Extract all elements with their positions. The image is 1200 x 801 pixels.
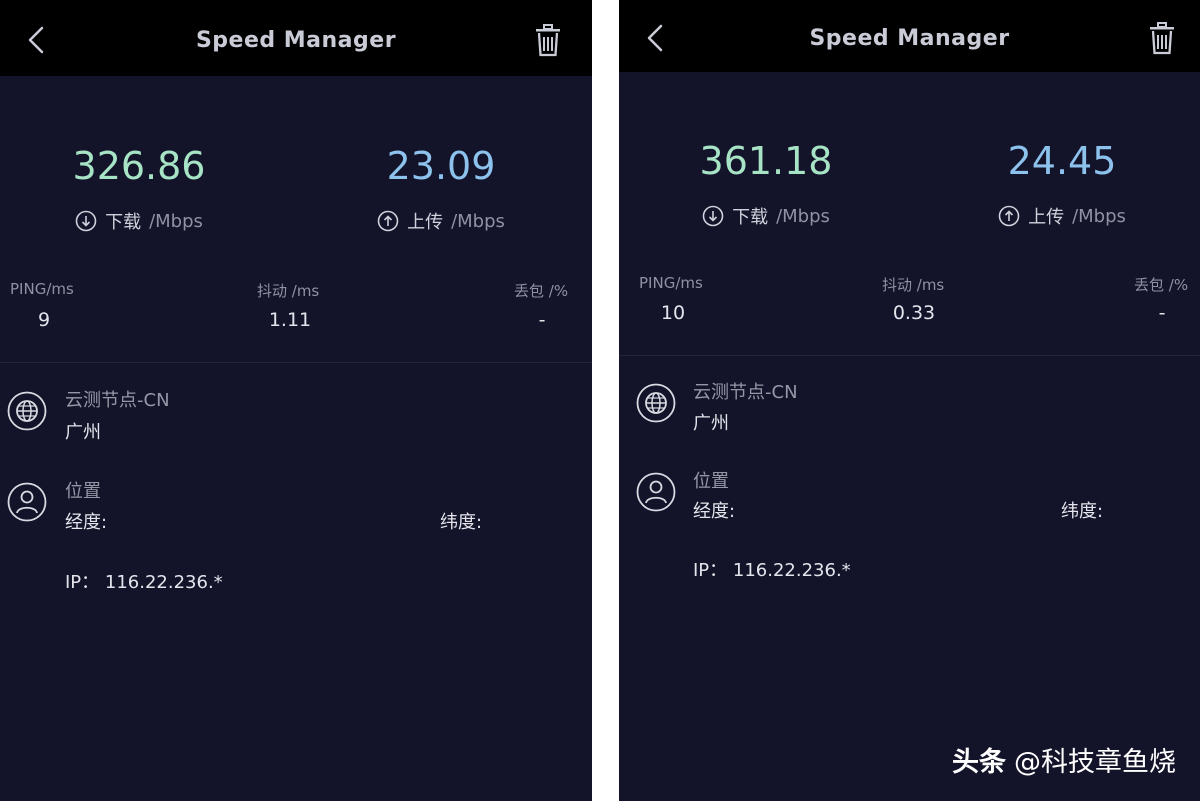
ip-address: IP： 116.22.236.* (693, 560, 851, 581)
upload-unit: /Mbps (451, 210, 505, 232)
watermark-handle: @科技章鱼烧 (1014, 747, 1176, 778)
packet-loss-label: 丢包 /% (1134, 276, 1189, 294)
upload-label-text: 上传 (1028, 207, 1065, 228)
ping-value: 9 (37, 309, 51, 331)
globe-icon (7, 391, 47, 431)
location-title: 位置 (65, 481, 101, 502)
header-bar: Speed Manager (619, 0, 1200, 72)
upload-speed-value: 23.09 (386, 144, 496, 188)
trash-icon (533, 23, 563, 61)
ping-label: PING/ms (639, 274, 703, 292)
download-speed-value: 326.86 (72, 144, 206, 188)
upload-speed-value: 24.45 (1007, 139, 1117, 183)
divider (0, 362, 592, 363)
jitter-label: 抖动 /ms (257, 282, 320, 300)
speed-result-panel-left: Speed Manager 326.86 下载 /Mbps 23.09 上传 /… (0, 0, 592, 801)
page-title: Speed Manager (195, 28, 397, 53)
arrow-down-circle-icon (75, 210, 97, 232)
ping-label: PING/ms (10, 280, 74, 298)
speed-result-panel-right: Speed Manager 361.18 下载 /Mbps 24.45 上传 /… (619, 0, 1200, 801)
arrow-up-circle-icon (998, 205, 1020, 227)
packet-loss-value: - (1158, 302, 1166, 324)
user-icon (636, 472, 676, 512)
test-node-title: 云测节点-CN (65, 390, 170, 411)
packet-loss-label: 丢包 /% (514, 282, 569, 300)
divider (619, 355, 1200, 356)
header-bar: Speed Manager (0, 0, 592, 76)
test-node-city: 广州 (693, 413, 729, 434)
download-label-text: 下载 (732, 207, 769, 228)
download-unit: /Mbps (776, 205, 830, 227)
page-title: Speed Manager (809, 26, 1010, 51)
upload-unit: /Mbps (1072, 205, 1126, 227)
latitude-label: 纬度: (1061, 501, 1104, 522)
test-node-city: 广州 (65, 422, 101, 443)
jitter-label: 抖动 /ms (882, 276, 945, 294)
longitude-label: 经度: (65, 512, 108, 533)
ip-address: IP： 116.22.236.* (65, 572, 223, 593)
arrow-down-circle-icon (702, 205, 724, 227)
upload-label-text: 上传 (407, 212, 444, 233)
arrow-up-circle-icon (377, 210, 399, 232)
download-speed-value: 361.18 (699, 139, 833, 183)
upload-speed-label: 上传 /Mbps (311, 208, 571, 234)
globe-icon (636, 383, 676, 423)
download-label-text: 下载 (105, 212, 142, 233)
jitter-value: 0.33 (892, 302, 936, 324)
latitude-label: 纬度: (440, 512, 483, 533)
upload-speed-label: 上传 /Mbps (932, 203, 1192, 229)
longitude-label: 经度: (693, 501, 736, 522)
delete-button[interactable] (530, 22, 566, 62)
download-speed-label: 下载 /Mbps (636, 203, 896, 229)
trash-icon (1147, 21, 1177, 59)
delete-button[interactable] (1144, 20, 1180, 60)
user-icon (7, 482, 47, 522)
watermark: 头条 @科技章鱼烧 (952, 740, 1176, 779)
download-speed-label: 下载 /Mbps (9, 208, 269, 234)
location-title: 位置 (693, 471, 729, 492)
jitter-value: 1.11 (268, 309, 312, 331)
download-unit: /Mbps (149, 210, 203, 232)
test-node-title: 云测节点-CN (693, 382, 798, 403)
ping-value: 10 (660, 302, 686, 324)
watermark-brand: 头条 (952, 747, 1006, 778)
packet-loss-value: - (538, 309, 546, 331)
